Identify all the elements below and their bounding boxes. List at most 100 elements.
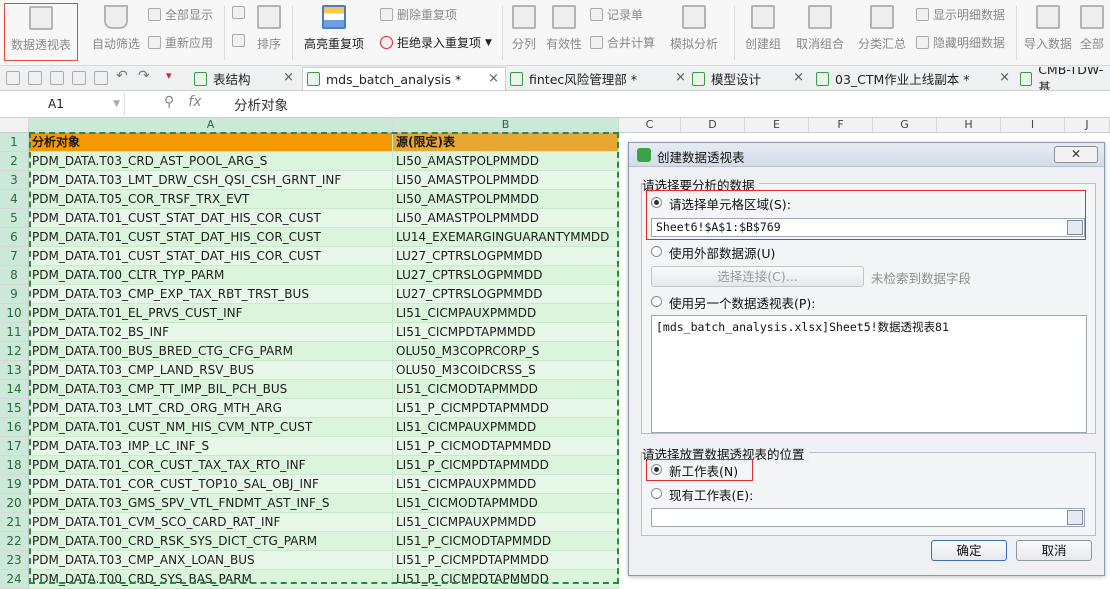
row-header[interactable]: 22 <box>0 532 29 551</box>
sort-ascending-button[interactable] <box>232 6 245 19</box>
row-header[interactable]: 24 <box>0 570 29 589</box>
column-header-a[interactable]: A <box>29 118 393 133</box>
row-header[interactable]: 19 <box>0 475 29 494</box>
cell-analysis-object[interactable]: PDM_DATA.T00_CLTR_TYP_PARM <box>29 266 393 285</box>
column-header-f[interactable]: F <box>809 118 873 133</box>
external-source-label[interactable]: 使用外部数据源(U) <box>669 243 775 262</box>
cell-analysis-object[interactable]: PDM_DATA.T03_LMT_CRD_ORG_MTH_ARG <box>29 399 393 418</box>
column-header-g[interactable]: G <box>873 118 937 133</box>
row-header[interactable]: 18 <box>0 456 29 475</box>
select-connection-button[interactable]: 选择连接(C)... <box>651 266 864 287</box>
chevron-down-icon[interactable]: ▼ <box>113 93 120 115</box>
cell-source-table[interactable]: LI50_AMASTPOLPMMDD <box>393 152 619 171</box>
cell-analysis-object[interactable]: PDM_DATA.T01_COR_CUST_TAX_TAX_RTO_INF <box>29 456 393 475</box>
row-header[interactable]: 10 <box>0 304 29 323</box>
cell-source-table[interactable]: LI51_P_CICMODTAPMMDD <box>393 532 619 551</box>
row-header[interactable]: 5 <box>0 209 29 228</box>
row-header[interactable]: 14 <box>0 380 29 399</box>
cancel-button[interactable]: 取消 <box>1016 540 1092 561</box>
cell-source-table[interactable]: LI51_P_CICMPDTAPMMDD <box>393 551 619 570</box>
dialog-title-bar[interactable]: 创建数据透视表 ✕ <box>629 143 1104 167</box>
sort-descending-button[interactable] <box>232 34 245 47</box>
consolidate-button[interactable]: 合并计算 <box>590 34 655 51</box>
row-header[interactable]: 20 <box>0 494 29 513</box>
all-button[interactable]: 全部 <box>1080 0 1110 66</box>
row-header[interactable]: 15 <box>0 399 29 418</box>
cell-analysis-object[interactable]: PDM_DATA.T05_COR_TRSF_TRX_EVT <box>29 190 393 209</box>
other-pivot-label[interactable]: 使用另一个数据透视表(P): <box>669 293 816 312</box>
cell-source-table[interactable]: LI50_AMASTPOLPMMDD <box>393 171 619 190</box>
close-icon[interactable]: × <box>675 70 686 85</box>
cell-analysis-object[interactable]: PDM_DATA.T01_CUST_STAT_DAT_HIS_COR_CUST <box>29 228 393 247</box>
column-header-h[interactable]: H <box>937 118 1001 133</box>
external-source-radio[interactable] <box>651 246 662 257</box>
record-button[interactable]: 记录单 <box>590 6 643 23</box>
ungroup-button[interactable]: 取消组合 <box>790 0 850 66</box>
cell-analysis-object[interactable]: PDM_DATA.T03_GMS_SPV_VTL_FNDMT_AST_INF_S <box>29 494 393 513</box>
cell-source-table[interactable]: LI51_CICMPDTAPMMDD <box>393 323 619 342</box>
header-cell-analysis-object[interactable]: 分析对象 <box>29 133 393 152</box>
existing-sheet-label[interactable]: 现有工作表(E): <box>669 485 753 504</box>
cell-analysis-object[interactable]: PDM_DATA.T03_CRD_AST_POOL_ARG_S <box>29 152 393 171</box>
dialog-close-button[interactable]: ✕ <box>1054 146 1098 163</box>
cell-analysis-object[interactable]: PDM_DATA.T01_CUST_STAT_DAT_HIS_COR_CUST <box>29 247 393 266</box>
what-if-analysis-button[interactable]: 模拟分析 <box>664 0 724 66</box>
column-header-j[interactable]: J <box>1065 118 1110 133</box>
cell-analysis-object[interactable]: PDM_DATA.T00_CRD_SYS_BAS_PARM <box>29 570 393 589</box>
cell-source-table[interactable]: LI51_P_CICMODTAPMMDD <box>393 437 619 456</box>
import-data-button[interactable]: 导入数据 <box>1022 0 1074 66</box>
undo-icon[interactable]: ↶ <box>116 68 130 84</box>
existing-sheet-input[interactable] <box>651 508 1085 527</box>
customize-quick-access-icon[interactable]: ▾ <box>166 69 180 83</box>
cell-source-table[interactable]: LI50_AMASTPOLPMMDD <box>393 209 619 228</box>
split-column-button[interactable]: 分列 <box>508 0 540 66</box>
highlight-duplicates-button[interactable]: 高亮重复项 <box>298 0 370 66</box>
new-sheet-radio[interactable] <box>651 464 662 475</box>
new-doc-icon[interactable] <box>6 71 20 85</box>
validity-button[interactable]: 有效性 <box>544 0 584 66</box>
cell-source-table[interactable]: LI51_CICMPAUXPMMDD <box>393 304 619 323</box>
cell-analysis-object[interactable]: PDM_DATA.T03_CMP_LAND_RSV_BUS <box>29 361 393 380</box>
row-header[interactable]: 23 <box>0 551 29 570</box>
sort-button[interactable]: 排序 <box>252 0 286 66</box>
cell-source-table[interactable]: LU14_EXEMARGINGUARANTYMMDD <box>393 228 619 247</box>
cell-source-table[interactable]: LI51_P_CICMPDTAPMMDD <box>393 399 619 418</box>
cell-analysis-object[interactable]: PDM_DATA.T00_CRD_RSK_SYS_DICT_CTG_PARM <box>29 532 393 551</box>
cell-source-table[interactable]: LI51_CICMODTAPMMDD <box>393 380 619 399</box>
row-header[interactable]: 1 <box>0 133 29 152</box>
cell-source-table[interactable]: LI51_CICMPAUXPMMDD <box>393 513 619 532</box>
range-input[interactable]: Sheet6!$A$1:$B$769 <box>651 218 1085 237</box>
row-header[interactable]: 8 <box>0 266 29 285</box>
print-preview-icon[interactable] <box>94 71 108 85</box>
cell-analysis-object[interactable]: PDM_DATA.T01_COR_CUST_TOP10_SAL_OBJ_INF <box>29 475 393 494</box>
auto-filter-button[interactable]: 自动筛选 <box>88 0 144 66</box>
cell-analysis-object[interactable]: PDM_DATA.T01_CUST_NM_HIS_CVM_NTP_CUST <box>29 418 393 437</box>
row-header[interactable]: 3 <box>0 171 29 190</box>
create-group-button[interactable]: 创建组 <box>742 0 784 66</box>
column-header-i[interactable]: I <box>1001 118 1065 133</box>
fx-icon[interactable]: fx <box>188 94 201 110</box>
cell-analysis-object[interactable]: PDM_DATA.T01_EL_PRVS_CUST_INF <box>29 304 393 323</box>
row-header[interactable]: 6 <box>0 228 29 247</box>
row-header[interactable]: 12 <box>0 342 29 361</box>
cell-source-table[interactable]: OLU50_M3COPRCORP_S <box>393 342 619 361</box>
cell-source-table[interactable]: LI51_CICMPAUXPMMDD <box>393 475 619 494</box>
row-header[interactable]: 9 <box>0 285 29 304</box>
other-pivot-radio[interactable] <box>651 296 662 307</box>
row-header[interactable]: 11 <box>0 323 29 342</box>
pivot-table-button[interactable]: 数据透视表 <box>4 3 78 61</box>
close-icon[interactable]: × <box>283 70 294 85</box>
column-header-c[interactable]: C <box>619 118 681 133</box>
cell-analysis-object[interactable]: PDM_DATA.T01_CUST_STAT_DAT_HIS_COR_CUST <box>29 209 393 228</box>
existing-sheet-radio[interactable] <box>651 488 662 499</box>
cell-source-table[interactable]: LI51_CICMODTAPMMDD <box>393 494 619 513</box>
ok-button[interactable]: 确定 <box>931 540 1007 561</box>
reapply-button[interactable]: 重新应用 <box>148 34 213 51</box>
zoom-icon[interactable]: ⚲ <box>164 94 174 110</box>
range-picker-icon[interactable] <box>1067 510 1083 525</box>
cell-analysis-object[interactable]: PDM_DATA.T03_CMP_EXP_TAX_RBT_TRST_BUS <box>29 285 393 304</box>
cell-analysis-object[interactable]: PDM_DATA.T03_IMP_LC_INF_S <box>29 437 393 456</box>
column-header-b[interactable]: B <box>393 118 619 133</box>
subtotal-button[interactable]: 分类汇总 <box>856 0 908 66</box>
cell-analysis-object[interactable]: PDM_DATA.T03_CMP_ANX_LOAN_BUS <box>29 551 393 570</box>
